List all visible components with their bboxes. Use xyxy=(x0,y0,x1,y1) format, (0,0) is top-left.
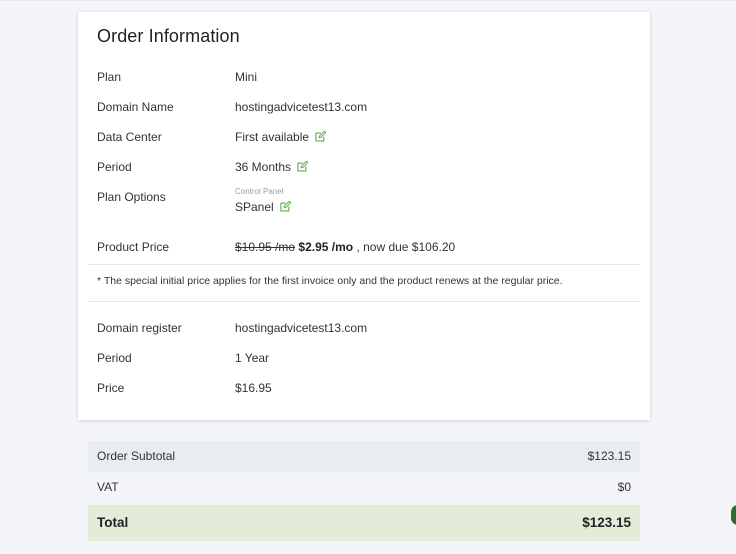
domain-name-label: Domain Name xyxy=(97,100,174,114)
domain-name-value: hostingadvicetest13.com xyxy=(235,100,368,114)
product-price-label: Product Price xyxy=(97,240,170,254)
order-information-card: Order Information Plan Mini Domain Name … xyxy=(78,12,650,420)
new-price: $2.95 /mo xyxy=(298,240,354,254)
period-label: Period xyxy=(97,160,132,174)
plan-options-value-wrap: SPanel xyxy=(235,197,291,217)
control-panel-caption: Control Panel xyxy=(235,187,284,196)
total-label: Total xyxy=(97,515,129,530)
period-value-wrap: 36 Months xyxy=(235,157,309,177)
divider xyxy=(88,301,640,302)
edit-icon[interactable] xyxy=(280,201,291,212)
chat-widget-button[interactable] xyxy=(731,505,736,525)
domain-register-label: Domain register xyxy=(97,321,182,335)
domain-price-label: Price xyxy=(97,381,125,395)
total-row: Total $123.15 xyxy=(88,505,640,541)
vat-label: VAT xyxy=(97,480,119,494)
edit-icon[interactable] xyxy=(297,161,309,172)
vat-row: VAT $0 xyxy=(88,472,640,503)
domain-register-value: hostingadvicetest13.com xyxy=(235,321,368,335)
period-row: Period 36 Months xyxy=(97,157,637,177)
old-price: $10.95 /mo xyxy=(235,240,296,254)
subtotal-label: Order Subtotal xyxy=(97,449,176,463)
plan-value: Mini xyxy=(235,70,258,84)
data-center-label: Data Center xyxy=(97,130,162,144)
data-center-value: First available xyxy=(235,130,310,144)
edit-icon[interactable] xyxy=(315,131,327,142)
top-border xyxy=(0,0,736,1)
data-center-row: Data Center First available xyxy=(97,127,637,147)
domain-price-value: $16.95 xyxy=(235,381,272,395)
domain-register-row: Domain register hostingadvicetest13.com xyxy=(97,318,637,338)
data-center-value-wrap: First available xyxy=(235,127,327,147)
card-title: Order Information xyxy=(97,26,240,46)
plan-row: Plan Mini xyxy=(97,67,637,87)
product-price-row: Product Price $10.95 /mo $2.95 /mo , now… xyxy=(97,237,637,257)
renewal-note: * The special initial price applies for … xyxy=(97,275,563,287)
domain-price-row: Price $16.95 xyxy=(97,378,637,398)
domain-period-row: Period 1 Year xyxy=(97,348,637,368)
plan-options-value: SPanel xyxy=(235,200,274,214)
domain-period-value: 1 Year xyxy=(235,351,270,365)
domain-name-row: Domain Name hostingadvicetest13.com xyxy=(97,97,637,117)
period-value: 36 Months xyxy=(235,160,292,174)
order-subtotal-row: Order Subtotal $123.15 xyxy=(88,441,640,472)
due-now-text: , now due $106.20 xyxy=(356,240,456,254)
total-value: $123.15 xyxy=(582,515,631,530)
domain-period-label: Period xyxy=(97,351,132,365)
vat-value: $0 xyxy=(617,480,631,494)
plan-label: Plan xyxy=(97,70,122,84)
product-price-value: $10.95 /mo $2.95 /mo , now due $106.20 xyxy=(235,237,455,257)
subtotal-value: $123.15 xyxy=(587,449,631,463)
divider xyxy=(88,264,640,265)
plan-options-value-row: SPanel xyxy=(97,197,637,217)
